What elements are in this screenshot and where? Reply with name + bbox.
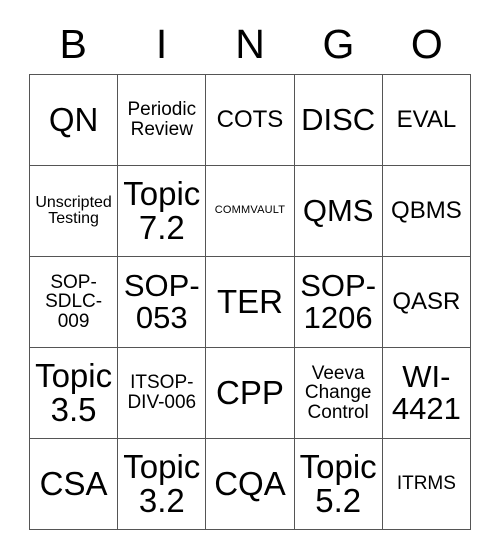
bingo-grid: QN Periodic Review COTS DISC EVAL Unscri… [28, 74, 472, 530]
bingo-cell-label: QASR [392, 287, 461, 315]
bingo-cell-label: CPP [216, 374, 284, 411]
bingo-cell-label: QMS [302, 193, 374, 229]
bingo-cell[interactable]: COTS [205, 74, 295, 166]
bingo-header-letter-g: G [322, 20, 355, 67]
bingo-cell[interactable]: SOP-1206 [293, 256, 383, 348]
bingo-row: Topic 3.5 ITSOP-DIV-006 CPP Veeva Change… [28, 347, 472, 439]
bingo-cell-label: ITSOP-DIV-006 [127, 372, 197, 413]
bingo-cell[interactable]: ITSOP-DIV-006 [117, 347, 207, 439]
bingo-cell[interactable]: Topic 3.5 [28, 347, 119, 439]
bingo-cell-label: Topic 3.5 [35, 357, 113, 428]
bingo-cell[interactable]: QN [28, 74, 119, 166]
bingo-cell-label: DISC [301, 102, 376, 138]
bingo-cell-label: QN [48, 101, 99, 138]
bingo-cell-label: COTS [216, 105, 284, 133]
bingo-row: Unscripted Testing Topic 7.2 COMMVAULT Q… [28, 165, 472, 257]
bingo-card: B I N G O QN Periodic Review COTS DISC E… [28, 14, 472, 530]
bingo-cell[interactable]: TER [205, 256, 295, 348]
bingo-cell[interactable]: Topic 3.2 [117, 438, 207, 530]
bingo-cell-label: CQA [214, 465, 286, 502]
bingo-cell[interactable]: CSA [28, 438, 119, 530]
bingo-cell[interactable]: Topic 5.2 [293, 438, 383, 530]
bingo-cell[interactable]: WI-4421 [381, 347, 472, 439]
bingo-cell-label: Topic 5.2 [299, 448, 377, 519]
bingo-cell-label: Veeva Change Control [304, 362, 372, 423]
bingo-row: QN Periodic Review COTS DISC EVAL [28, 74, 472, 166]
bingo-cell-label: QBMS [391, 196, 462, 224]
bingo-cell-label: Unscripted Testing [35, 193, 112, 227]
bingo-header-letter-i: I [155, 20, 168, 67]
bingo-cell-label: SOP-053 [123, 268, 200, 335]
bingo-cell-label: WI-4421 [391, 359, 461, 426]
bingo-cell-label: SOP-SDLC-009 [45, 271, 103, 332]
bingo-cell-label: Topic 7.2 [123, 175, 201, 246]
bingo-header-letter-o: O [410, 20, 443, 67]
bingo-cell[interactable]: SOP-SDLC-009 [28, 256, 119, 348]
bingo-cell[interactable]: CQA [205, 438, 295, 530]
bingo-cell[interactable]: SOP-053 [117, 256, 207, 348]
bingo-row: CSA Topic 3.2 CQA Topic 5.2 ITRMS [28, 438, 472, 530]
bingo-cell-label: Topic 3.2 [123, 448, 201, 519]
bingo-cell[interactable]: QBMS [381, 165, 472, 257]
bingo-header-row: B I N G O [29, 14, 471, 74]
bingo-cell[interactable]: Veeva Change Control [293, 347, 383, 439]
bingo-row: SOP-SDLC-009 SOP-053 TER SOP-1206 QASR [28, 256, 472, 348]
bingo-header-letter-n: N [235, 20, 265, 67]
bingo-cell[interactable]: DISC [293, 74, 383, 166]
bingo-cell[interactable]: CPP [205, 347, 295, 439]
bingo-cell[interactable]: QASR [381, 256, 472, 348]
bingo-cell[interactable]: EVAL [381, 74, 472, 166]
bingo-cell-label: COMMVAULT [214, 204, 286, 217]
bingo-cell-label: TER [216, 283, 283, 320]
bingo-cell[interactable]: Unscripted Testing [28, 165, 119, 257]
bingo-cell-label: SOP-1206 [300, 268, 377, 335]
bingo-cell-label: CSA [39, 465, 108, 502]
bingo-header-letter-b: B [59, 20, 87, 67]
bingo-cell-label: EVAL [396, 105, 457, 133]
bingo-cell[interactable]: Topic 7.2 [117, 165, 207, 257]
bingo-cell[interactable]: ITRMS [381, 438, 472, 530]
bingo-cell-label: Periodic Review [127, 99, 197, 140]
bingo-cell[interactable]: QMS [293, 165, 383, 257]
bingo-cell[interactable]: COMMVAULT [205, 165, 295, 257]
bingo-cell-label: ITRMS [396, 473, 456, 495]
bingo-cell[interactable]: Periodic Review [117, 74, 207, 166]
